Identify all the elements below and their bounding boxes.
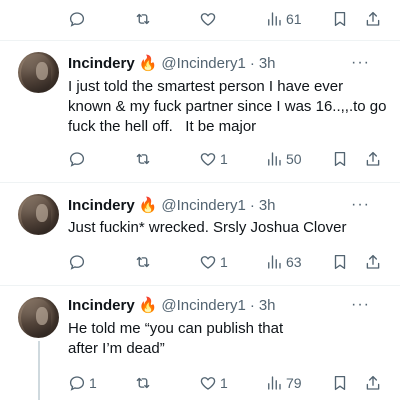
more-options-icon[interactable]: ··· — [351, 54, 370, 72]
share-button[interactable] — [364, 371, 382, 395]
bookmark-icon — [331, 150, 349, 168]
views-count: 61 — [286, 11, 302, 27]
bookmark-button[interactable] — [331, 250, 349, 274]
retweet-button[interactable] — [133, 250, 156, 274]
action-bar: 1 1 79 — [68, 371, 384, 395]
like-button[interactable] — [199, 7, 220, 31]
tweet-text: I just told the smartest person I have e… — [68, 78, 391, 135]
reply-icon — [68, 150, 86, 168]
retweet-button[interactable] — [133, 7, 156, 31]
share-icon — [364, 150, 382, 168]
reply-button[interactable] — [68, 147, 89, 171]
share-icon — [364, 374, 382, 392]
tweet-text: He told me “you can publish that after I… — [68, 320, 288, 357]
views-icon — [265, 374, 283, 392]
avatar[interactable] — [18, 194, 59, 235]
views-count: 63 — [286, 254, 302, 270]
tweet-header: Incindery 🔥 @Incindery1 · 3h ··· — [68, 52, 388, 74]
more-options-icon[interactable]: ··· — [351, 296, 370, 314]
heart-icon — [199, 253, 217, 271]
separator: · — [249, 196, 255, 214]
reply-icon — [68, 374, 86, 392]
views-button[interactable]: 79 — [265, 371, 302, 395]
retweet-icon — [133, 150, 153, 168]
views-button[interactable]: 63 — [265, 250, 302, 274]
like-count: 1 — [220, 254, 228, 270]
heart-icon — [199, 10, 217, 28]
reply-button[interactable] — [68, 7, 89, 31]
bookmark-icon — [331, 253, 349, 271]
views-count: 79 — [286, 375, 302, 391]
like-button[interactable]: 1 — [199, 147, 228, 171]
views-icon — [265, 253, 283, 271]
fire-emoji: 🔥 — [138, 55, 158, 72]
views-count: 50 — [286, 151, 302, 167]
timestamp[interactable]: 3h — [259, 197, 276, 214]
share-icon — [364, 10, 382, 28]
display-name[interactable]: Incindery — [68, 55, 135, 72]
tweet-header: Incindery 🔥 @Incindery1 · 3h ··· — [68, 294, 388, 316]
reply-icon — [68, 10, 86, 28]
tweet-text: Just fuckin* wrecked. Srsly Joshua Clove… — [68, 219, 347, 236]
separator: · — [249, 54, 255, 72]
handle[interactable]: @Incindery1 — [161, 197, 245, 214]
retweet-button[interactable] — [133, 371, 156, 395]
retweet-icon — [133, 10, 153, 28]
share-button[interactable] — [364, 147, 382, 171]
separator: · — [249, 296, 255, 314]
retweet-icon — [133, 374, 153, 392]
timestamp[interactable]: 3h — [259, 55, 276, 72]
handle[interactable]: @Incindery1 — [161, 297, 245, 314]
bookmark-button[interactable] — [331, 147, 349, 171]
retweet-button[interactable] — [133, 147, 156, 171]
share-button[interactable] — [364, 7, 382, 31]
fire-emoji: 🔥 — [138, 197, 158, 214]
tweet-header: Incindery 🔥 @Incindery1 · 3h ··· — [68, 194, 388, 216]
heart-icon — [199, 374, 217, 392]
action-bar: 61 — [68, 7, 384, 31]
views-button[interactable]: 61 — [265, 7, 302, 31]
like-count: 1 — [220, 151, 228, 167]
display-name[interactable]: Incindery — [68, 197, 135, 214]
reply-icon — [68, 253, 86, 271]
reply-button[interactable] — [68, 250, 89, 274]
share-icon — [364, 253, 382, 271]
like-count: 1 — [220, 375, 228, 391]
heart-icon — [199, 150, 217, 168]
bookmark-icon — [331, 374, 349, 392]
handle[interactable]: @Incindery1 — [161, 55, 245, 72]
reply-count: 1 — [89, 375, 97, 391]
like-button[interactable]: 1 — [199, 371, 228, 395]
bookmark-icon — [331, 10, 349, 28]
action-bar: 1 50 — [68, 147, 384, 171]
avatar[interactable] — [18, 297, 59, 338]
like-button[interactable]: 1 — [199, 250, 228, 274]
reply-button[interactable]: 1 — [68, 371, 97, 395]
display-name[interactable]: Incindery — [68, 297, 135, 314]
bookmark-button[interactable] — [331, 371, 349, 395]
views-icon — [265, 10, 283, 28]
views-icon — [265, 150, 283, 168]
share-button[interactable] — [364, 250, 382, 274]
bookmark-button[interactable] — [331, 7, 349, 31]
fire-emoji: 🔥 — [138, 297, 158, 314]
action-bar: 1 63 — [68, 250, 384, 274]
retweet-icon — [133, 253, 153, 271]
timestamp[interactable]: 3h — [259, 297, 276, 314]
avatar[interactable] — [18, 52, 59, 93]
more-options-icon[interactable]: ··· — [351, 196, 370, 214]
views-button[interactable]: 50 — [265, 147, 302, 171]
